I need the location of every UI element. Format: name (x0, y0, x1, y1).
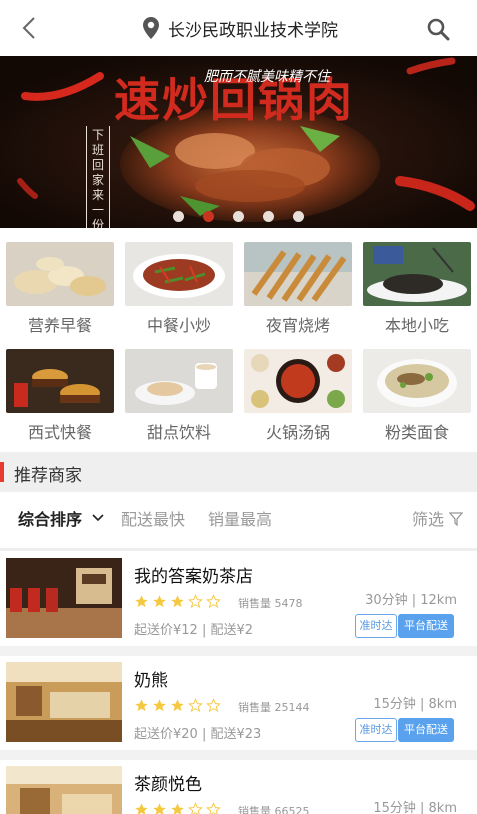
star-filled-icon (135, 803, 148, 814)
location-selector[interactable]: 长沙民政职业技术学院 (142, 14, 338, 42)
promo-banner[interactable]: 速炒回锅肉 肥而不腻美味精不住 下班回家来一份 (0, 56, 477, 228)
star-filled-icon (153, 803, 166, 814)
banner-dot-active[interactable] (203, 211, 214, 222)
shop-delivery-time: 15分钟 | 8km (373, 801, 457, 814)
category-label: 营养早餐 (27, 316, 92, 335)
shop-rating (134, 594, 221, 609)
shop-photo (6, 558, 122, 638)
star-filled-icon (171, 595, 184, 608)
category-breakfast[interactable]: 营养早餐 (6, 242, 114, 335)
shop-sales: 销售量 5478 (238, 597, 303, 610)
snacks-image (363, 242, 471, 306)
banner-dot[interactable] (233, 211, 244, 222)
desserts-image (125, 349, 233, 413)
star-filled-icon (171, 803, 184, 814)
shop-photo (6, 662, 122, 742)
search-icon[interactable] (426, 17, 450, 41)
platform-delivery-badge: 平台配送 (398, 718, 454, 742)
banner-slogan: 肥而不腻美味精不住 (204, 69, 330, 85)
filter-funnel-icon[interactable] (449, 512, 463, 526)
location-title: 长沙民政职业技术学院 (168, 20, 338, 41)
shop-sales: 销售量 66525 (238, 805, 310, 814)
category-label: 本地小吃 (384, 316, 449, 335)
category-label: 夜宵烧烤 (265, 316, 330, 335)
platform-delivery-badge: 平台配送 (398, 614, 454, 638)
shop-delivery-time: 15分钟 | 8km (373, 697, 457, 712)
star-empty-icon (188, 698, 203, 713)
category-local-snacks[interactable]: 本地小吃 (363, 242, 471, 335)
shop-delivery-time: 30分钟 | 12km (365, 593, 457, 608)
shop-rating (134, 698, 221, 713)
shop-name: 奶熊 (134, 671, 168, 691)
star-filled-icon (153, 699, 166, 712)
filter-button[interactable]: 筛选 (412, 506, 444, 530)
shop-name: 茶颜悦色 (134, 775, 202, 795)
star-empty-icon (188, 802, 203, 814)
sort-fastest-button[interactable]: 配送最快 (121, 506, 185, 530)
category-hotpot[interactable]: 火锅汤锅 (244, 349, 352, 442)
star-filled-icon (171, 699, 184, 712)
category-chinese-stirfry[interactable]: 中餐小炒 (125, 242, 233, 335)
shop-card[interactable]: 我的答案奶茶店 销售量 5478 起送价¥12 | 配送¥2 30分钟 | 12… (0, 552, 477, 646)
star-filled-icon (135, 699, 148, 712)
category-desserts-drinks[interactable]: 甜点饮料 (125, 349, 233, 442)
star-filled-icon (153, 595, 166, 608)
banner-dot[interactable] (173, 211, 184, 222)
sort-divider (0, 548, 477, 551)
top-bar: 长沙民政职业技术学院 (0, 0, 477, 56)
star-empty-icon (206, 698, 221, 713)
shop-card[interactable]: 奶熊 销售量 25144 起送价¥20 | 配送¥23 15分钟 | 8km 准… (0, 656, 477, 750)
noodles-image (363, 349, 471, 413)
sort-bar: 综合排序 配送最快 销量最高 筛选 (0, 492, 477, 542)
shop-sales: 销售量 25144 (238, 701, 310, 714)
shop-price: 起送价¥20 | 配送¥23 (134, 727, 262, 742)
hotpot-image (244, 349, 352, 413)
star-empty-icon (188, 594, 203, 609)
star-empty-icon (206, 594, 221, 609)
on-time-badge: 准时达 (355, 718, 397, 742)
fastfood-image (6, 349, 114, 413)
chevron-down-icon[interactable] (92, 514, 104, 522)
category-label: 甜点饮料 (146, 423, 211, 442)
shop-price: 起送价¥12 | 配送¥2 (134, 623, 253, 638)
recommended-section-header: 推荐商家 (0, 452, 477, 492)
shop-rating (134, 802, 221, 814)
location-pin-icon (143, 17, 159, 39)
banner-pagination (0, 211, 477, 222)
banner-dot[interactable] (293, 211, 304, 222)
on-time-badge: 准时达 (355, 614, 397, 638)
category-western-fastfood[interactable]: 西式快餐 (6, 349, 114, 442)
shop-divider (0, 750, 477, 760)
star-filled-icon (135, 595, 148, 608)
category-noodles[interactable]: 粉类面食 (363, 349, 471, 442)
shop-divider (0, 646, 477, 656)
category-label: 中餐小炒 (146, 316, 211, 335)
category-label: 西式快餐 (27, 423, 92, 442)
sort-overall-button[interactable]: 综合排序 (18, 506, 82, 530)
category-label: 火锅汤锅 (265, 423, 330, 442)
star-empty-icon (206, 802, 221, 814)
shop-card[interactable]: 茶颜悦色 销售量 66525 15分钟 | 8km (0, 760, 477, 814)
sort-top-sales-button[interactable]: 销量最高 (208, 506, 272, 530)
back-chevron-icon[interactable] (18, 16, 42, 40)
shop-name: 我的答案奶茶店 (134, 567, 253, 587)
category-bbq[interactable]: 夜宵烧烤 (244, 242, 352, 335)
breakfast-image (6, 242, 114, 306)
bbq-image (244, 242, 352, 306)
banner-dot[interactable] (263, 211, 274, 222)
stirfry-image (125, 242, 233, 306)
category-label: 粉类面食 (384, 423, 449, 442)
section-accent-bar (0, 462, 4, 482)
section-title: 推荐商家 (14, 466, 82, 486)
shop-photo (6, 766, 122, 814)
